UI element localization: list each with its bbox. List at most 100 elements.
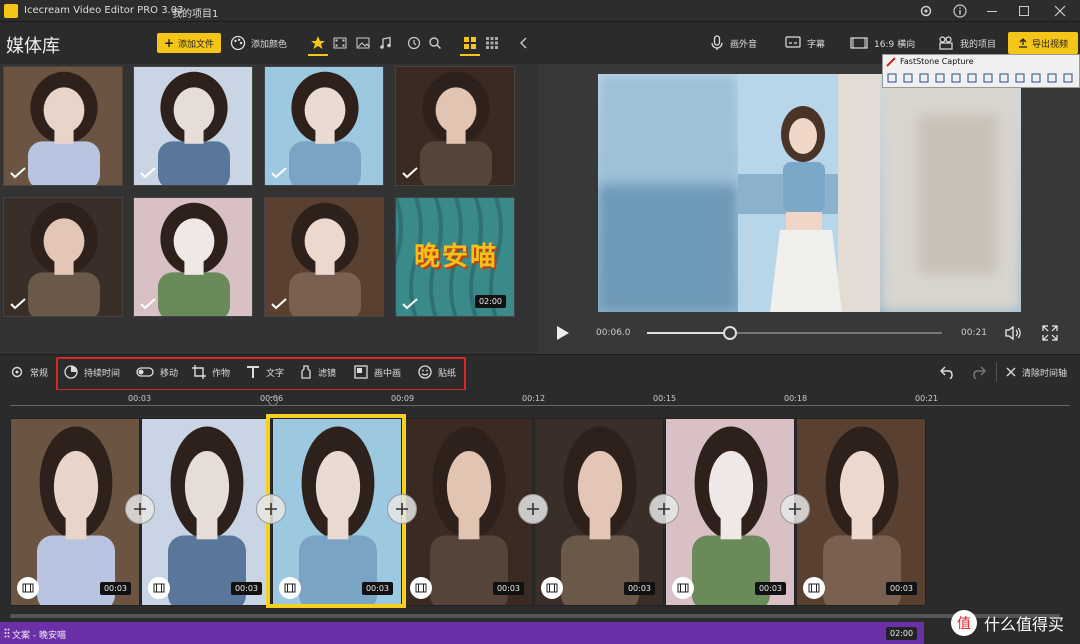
timeline-clip[interactable]: 00:03	[403, 418, 533, 606]
search-icon[interactable]	[426, 34, 444, 52]
drag-handle-icon[interactable]	[4, 628, 10, 638]
timeline-clip[interactable]: 00:03	[10, 418, 140, 606]
checkmark-icon	[271, 167, 287, 179]
my-projects-button[interactable]: 我的项目	[938, 34, 996, 52]
timeline-clip[interactable]: 00:03	[796, 418, 926, 606]
clip-film-icon[interactable]	[148, 577, 170, 599]
favorites-star-icon[interactable]	[309, 34, 327, 52]
media-item[interactable]	[133, 66, 253, 186]
play-icon[interactable]	[556, 325, 570, 341]
media-item[interactable]	[264, 197, 384, 317]
checkmark-icon	[10, 167, 26, 179]
export-video-button[interactable]: 导出视频	[1008, 32, 1078, 54]
large-grid-view-icon[interactable]	[461, 34, 479, 52]
add-color-label: 添加颜色	[251, 39, 288, 50]
add-transition-plus-icon[interactable]	[518, 494, 548, 524]
text-button[interactable]: 文字	[246, 363, 284, 381]
subtitles-button[interactable]: 字幕	[785, 34, 825, 52]
scrollbar-thumb[interactable]	[10, 614, 1060, 618]
app-title: Icecream Video Editor PRO 3.03	[24, 5, 184, 16]
export-upload-icon	[1018, 38, 1027, 48]
fullscreen-icon[interactable]	[1042, 325, 1058, 341]
media-item[interactable]	[264, 66, 384, 186]
video-preview-frame	[598, 74, 1021, 312]
media-item[interactable]	[395, 66, 515, 186]
add-file-button[interactable]: + 添加文件	[157, 33, 221, 53]
checkmark-icon	[402, 298, 418, 310]
text-track-duration: 02:00	[886, 627, 918, 640]
gear-icon	[11, 366, 23, 378]
redo-icon[interactable]	[970, 365, 986, 379]
undo-icon[interactable]	[940, 365, 956, 379]
playhead-marker[interactable]	[268, 396, 278, 406]
crop-button[interactable]: 作物	[192, 363, 230, 381]
video-filter-icon[interactable]	[331, 34, 349, 52]
timeline-clip[interactable]: 00:03	[141, 418, 271, 606]
subtitles-icon	[785, 36, 801, 48]
view-active-indicator	[460, 54, 480, 56]
clip-film-icon[interactable]	[803, 577, 825, 599]
collapse-panel-chevron-icon[interactable]	[515, 34, 533, 52]
add-transition-plus-icon[interactable]	[125, 494, 155, 524]
minimize-icon[interactable]	[978, 0, 1006, 22]
media-duration-badge: 02:00	[474, 295, 506, 308]
media-grid: 晚安喵 02:00	[0, 64, 538, 354]
timeline-clip[interactable]: 00:03	[534, 418, 664, 606]
media-item[interactable]	[3, 66, 123, 186]
picture-in-picture-button[interactable]: 画中画	[354, 363, 401, 381]
ruler-tick-label: 00:09	[391, 394, 415, 403]
clip-film-icon[interactable]	[541, 577, 563, 599]
general-settings-button[interactable]: 常规	[10, 363, 48, 381]
add-transition-plus-icon[interactable]	[256, 494, 286, 524]
small-grid-view-icon[interactable]	[483, 34, 501, 52]
image-filter-icon[interactable]	[354, 34, 372, 52]
text-track-item[interactable]	[0, 622, 924, 644]
aspect-ratio-button[interactable]: 16:9 横向	[850, 34, 915, 52]
add-transition-plus-icon[interactable]	[387, 494, 417, 524]
animated-text: 晚安喵	[413, 242, 498, 272]
clip-film-icon[interactable]	[410, 577, 432, 599]
sticker-label: 贴纸	[438, 368, 457, 379]
maximize-icon[interactable]	[1010, 0, 1038, 22]
crop-label: 作物	[212, 368, 231, 379]
info-icon[interactable]	[946, 0, 974, 22]
selected-clip-outline	[266, 414, 406, 608]
media-item-animated-sticker[interactable]: 晚安喵 02:00	[395, 197, 515, 317]
app-logo-icon	[4, 4, 18, 18]
current-time: 00:06.0	[596, 328, 631, 338]
move-button[interactable]: 移动	[136, 363, 178, 381]
timeline-clip[interactable]: 00:03	[665, 418, 795, 606]
checkmark-icon	[140, 167, 156, 179]
timeline-scrollbar[interactable]	[0, 612, 1080, 620]
clip-film-icon[interactable]	[17, 577, 39, 599]
media-item[interactable]	[3, 197, 123, 317]
checkmark-icon	[10, 298, 26, 310]
close-icon[interactable]	[1046, 0, 1074, 22]
add-color-button[interactable]: 添加颜色	[230, 34, 287, 52]
toolbar-divider	[996, 362, 997, 382]
palette-icon	[230, 35, 246, 51]
clip-film-icon[interactable]	[672, 577, 694, 599]
recent-clock-icon[interactable]	[405, 34, 423, 52]
clip-duration-badge: 00:03	[230, 582, 262, 595]
total-time: 00:21	[961, 328, 987, 338]
clip-duration-badge: 00:03	[623, 582, 655, 595]
settings-gear-icon[interactable]	[912, 0, 940, 22]
seek-handle[interactable]	[722, 326, 737, 340]
checkmark-icon	[271, 298, 287, 310]
sticker-button[interactable]: 贴纸	[418, 363, 456, 381]
volume-icon[interactable]	[1004, 325, 1022, 341]
voiceover-button[interactable]: 画外音	[710, 34, 757, 52]
subtitles-label: 字幕	[807, 39, 826, 50]
clip-duration-badge: 00:03	[99, 582, 131, 595]
pip-icon	[354, 365, 368, 379]
aspect-ratio-icon	[850, 37, 868, 49]
duration-button[interactable]: 持续时间	[64, 363, 120, 381]
add-transition-plus-icon[interactable]	[649, 494, 679, 524]
media-item[interactable]	[133, 197, 253, 317]
filter-button[interactable]: 滤镜	[300, 363, 336, 381]
clear-timeline-button[interactable]: 清除时间轴	[1006, 363, 1067, 381]
music-filter-icon[interactable]	[376, 34, 394, 52]
add-transition-plus-icon[interactable]	[780, 494, 810, 524]
clip-duration-badge: 00:03	[754, 582, 786, 595]
